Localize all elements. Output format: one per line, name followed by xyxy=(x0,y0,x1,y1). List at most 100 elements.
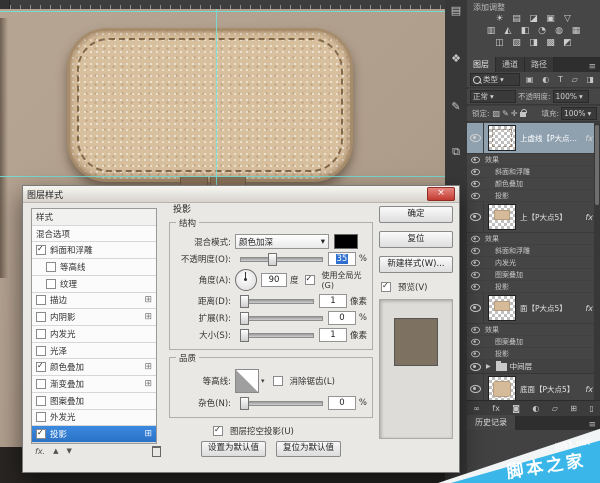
move-up-icon[interactable]: ▲ xyxy=(53,447,58,455)
effects-header-row[interactable]: 效果 xyxy=(467,233,600,245)
size-input[interactable]: 1 xyxy=(319,328,347,342)
effect-row[interactable]: 斜面和浮雕 xyxy=(467,245,600,257)
hue-saturation-icon[interactable]: ▥ xyxy=(485,26,498,37)
visibility-eye-icon[interactable] xyxy=(471,326,480,332)
pixel-filter-icon[interactable]: ▣ xyxy=(526,75,534,84)
layer-row[interactable]: 上虚线【P大点…fx▴ xyxy=(467,123,600,154)
shape-filter-icon[interactable]: ▱ xyxy=(572,75,578,84)
effect-row[interactable]: 内发光 xyxy=(467,257,600,269)
add-effect-instance-icon[interactable]: ⊞ xyxy=(144,429,152,439)
style-list-item[interactable]: 等高线 xyxy=(32,259,156,276)
swatches-panel-icon[interactable]: ▤ xyxy=(445,4,467,17)
color-lookup-icon[interactable]: ▦ xyxy=(570,26,583,37)
new-group-icon[interactable]: ▱ xyxy=(552,404,558,413)
reset-default-button[interactable]: 复位为默认值 xyxy=(276,441,341,457)
layer-thumbnail[interactable] xyxy=(488,376,516,400)
style-list-item[interactable]: 渐变叠加⊞ xyxy=(32,376,156,393)
visibility-eye-icon[interactable] xyxy=(471,338,480,344)
add-effect-instance-icon[interactable]: ⊞ xyxy=(144,312,152,322)
fill-select[interactable]: 100% ▾ xyxy=(561,107,597,120)
threshold-icon[interactable]: ◨ xyxy=(527,38,540,49)
angle-input[interactable]: 90 xyxy=(261,273,287,287)
visibility-eye-icon[interactable] xyxy=(470,363,481,371)
add-layer-mask-icon[interactable]: ◙ xyxy=(512,404,520,413)
selective-color-icon[interactable]: ◩ xyxy=(561,38,574,49)
spread-input[interactable]: 0 xyxy=(328,311,356,325)
visibility-eye-icon[interactable] xyxy=(471,168,480,174)
lock-all-icon[interactable] xyxy=(520,112,526,117)
effect-row[interactable]: 投影 xyxy=(467,281,600,293)
style-checkbox[interactable] xyxy=(46,262,56,272)
fx-icon[interactable]: fx. xyxy=(35,447,45,456)
dialog-titlebar[interactable]: 图层样式 × xyxy=(23,186,459,203)
contour-picker[interactable] xyxy=(235,369,259,393)
effect-row[interactable]: 投影 xyxy=(467,348,600,360)
visibility-eye-icon[interactable] xyxy=(471,192,480,198)
noise-input[interactable]: 0 xyxy=(328,396,356,410)
angle-dial[interactable] xyxy=(235,269,257,291)
effect-row[interactable]: 颜色叠加 xyxy=(467,178,600,190)
global-light-checkbox[interactable] xyxy=(305,275,315,285)
brightness-contrast-icon[interactable]: ☀ xyxy=(493,14,506,25)
link-layers-icon[interactable]: ∞ xyxy=(473,404,480,413)
layer-thumbnail[interactable] xyxy=(488,125,516,151)
effect-row[interactable]: 图案叠加 xyxy=(467,336,600,348)
visibility-eye-icon[interactable] xyxy=(470,134,481,142)
invert-icon[interactable]: ◫ xyxy=(493,38,506,49)
guide-horizontal-top[interactable] xyxy=(0,11,445,12)
lock-pixels-icon[interactable]: ✎ xyxy=(502,109,509,118)
type-filter-icon[interactable]: T xyxy=(558,75,563,84)
effect-row[interactable]: 图案叠加 xyxy=(467,269,600,281)
layer-style-icon[interactable]: fx xyxy=(492,404,500,413)
style-list-item[interactable]: 颜色叠加⊞ xyxy=(32,359,156,376)
opacity-input[interactable]: 35 xyxy=(328,252,356,266)
antialias-checkbox[interactable] xyxy=(273,376,283,386)
style-checkbox[interactable] xyxy=(46,279,56,289)
gradient-map-icon[interactable]: ▩ xyxy=(544,38,557,49)
style-list-item[interactable]: 光泽 xyxy=(32,343,156,360)
effect-row[interactable]: 斜面和浮雕 xyxy=(467,166,600,178)
layer-group-row[interactable]: ▶中间层 xyxy=(467,360,600,374)
reset-button[interactable]: 复位 xyxy=(379,231,453,248)
tab-图层[interactable]: 图层 xyxy=(467,57,496,72)
visibility-eye-icon[interactable] xyxy=(471,156,480,162)
delete-style-icon[interactable] xyxy=(152,446,161,457)
filter-kind-select[interactable]: 类型 ▾ xyxy=(470,73,520,86)
layer-row[interactable]: 底面【P大点5】fx▴ xyxy=(467,374,600,400)
visibility-eye-icon[interactable] xyxy=(471,283,480,289)
exposure-icon[interactable]: ▣ xyxy=(544,14,557,25)
new-layer-icon[interactable]: ⊞ xyxy=(570,404,577,413)
style-checkbox[interactable] xyxy=(36,362,46,372)
effects-header-row[interactable]: 效果 xyxy=(467,154,600,166)
layer-row[interactable]: 上【P大点5】fx▴ xyxy=(467,202,600,233)
visibility-eye-icon[interactable] xyxy=(471,247,480,253)
style-checkbox[interactable] xyxy=(36,412,46,422)
visibility-eye-icon[interactable] xyxy=(471,350,480,356)
knockout-checkbox[interactable] xyxy=(213,426,223,436)
expand-group-icon[interactable]: ▶ xyxy=(486,363,491,370)
style-list-item[interactable]: 内发光 xyxy=(32,326,156,343)
set-default-button[interactable]: 设置为默认值 xyxy=(201,441,266,457)
delete-layer-icon[interactable]: ▯ xyxy=(589,404,593,413)
posterize-icon[interactable]: ▨ xyxy=(510,38,523,49)
add-effect-instance-icon[interactable]: ⊞ xyxy=(144,379,152,389)
photo-filter-icon[interactable]: ◔ xyxy=(536,26,549,37)
add-effect-instance-icon[interactable]: ⊞ xyxy=(144,295,152,305)
style-list-item[interactable]: 外发光 xyxy=(32,410,156,427)
close-icon[interactable]: × xyxy=(427,187,455,201)
style-checkbox[interactable] xyxy=(36,396,46,406)
tab-路径[interactable]: 路径 xyxy=(525,57,554,72)
style-list-item[interactable]: 内阴影⊞ xyxy=(32,309,156,326)
distance-slider[interactable] xyxy=(240,299,314,304)
clone-source-panel-icon[interactable]: ⧉ xyxy=(445,145,467,159)
style-checkbox[interactable] xyxy=(36,429,46,439)
visibility-eye-icon[interactable] xyxy=(471,235,480,241)
guide-horizontal-bottom[interactable] xyxy=(0,176,445,177)
style-list-item[interactable]: 样式 xyxy=(32,209,156,226)
style-checkbox[interactable] xyxy=(36,245,46,255)
preview-checkbox[interactable] xyxy=(381,282,391,292)
smartobject-filter-icon[interactable]: ◨ xyxy=(587,75,595,84)
size-slider[interactable] xyxy=(240,333,314,338)
visibility-eye-icon[interactable] xyxy=(471,271,480,277)
ok-button[interactable]: 确定 xyxy=(379,206,453,223)
